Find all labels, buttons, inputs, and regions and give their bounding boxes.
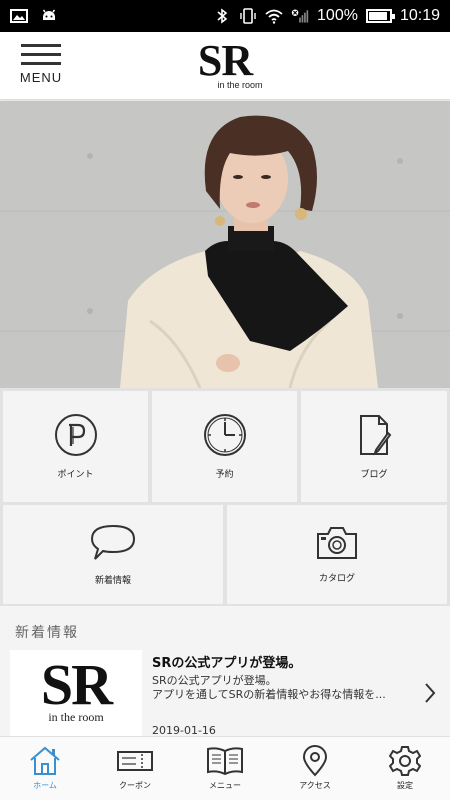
no-signal-icon	[291, 9, 309, 23]
document-pen-icon	[360, 415, 392, 456]
app-header: MENU SR in the room	[0, 32, 450, 100]
clock-icon	[203, 414, 246, 456]
gear-icon	[389, 746, 421, 776]
news-thumbnail: SR in the room	[10, 650, 142, 736]
bottom-nav: ホーム クーポン メニュー アクセス 設定	[0, 736, 450, 800]
news-section-title: 新着情報	[15, 625, 79, 641]
ticket-icon	[117, 751, 153, 771]
logo-subtitle: in the room	[217, 80, 263, 90]
battery-fill	[368, 12, 387, 20]
status-bar: 100% 10:19	[0, 0, 450, 32]
news-summary: SRの公式アプリが登場。 アプリを通してSRの新着情報やお得な情報を...	[152, 674, 386, 701]
logo-text: SR	[197, 36, 253, 85]
tile-catalog[interactable]: カタログ	[227, 505, 447, 604]
news-thumb-logo: SR	[40, 652, 113, 717]
clock-time: 10:19	[399, 7, 440, 24]
android-icon	[42, 9, 56, 20]
nav-home[interactable]: ホーム	[0, 737, 90, 800]
nav-label-home: ホーム	[33, 781, 57, 790]
nav-label-access: アクセス	[299, 781, 331, 790]
news-title: SRの公式アプリが登場。	[152, 656, 302, 671]
hero-photo	[0, 101, 450, 388]
speech-bubble-icon	[90, 524, 136, 560]
nav-label-settings: 設定	[397, 781, 413, 790]
tile-point[interactable]: ポイント	[3, 391, 148, 502]
point-icon	[54, 414, 97, 456]
nav-label-menu: メニュー	[209, 781, 241, 790]
gallery-icon	[10, 9, 28, 23]
tile-label-blog: ブログ	[360, 470, 388, 480]
nav-coupon[interactable]: クーポン	[90, 737, 180, 800]
nav-access[interactable]: アクセス	[270, 737, 360, 800]
news-thumb-subtitle: in the room	[48, 710, 104, 724]
feature-grid: ポイント 予約 ブログ 新着情報 カタログ	[0, 388, 450, 606]
battery-icon	[365, 9, 395, 23]
battery-percent: 100%	[317, 7, 358, 24]
nav-menu[interactable]: メニュー	[180, 737, 270, 800]
news-section: 新着情報 SR in the room SRの公式アプリが登場。 SRの公式アプ…	[0, 606, 450, 737]
tile-label-reservation: 予約	[215, 470, 234, 480]
nav-settings[interactable]: 設定	[360, 737, 450, 800]
tile-reservation[interactable]: 予約	[152, 391, 297, 502]
chevron-right-icon	[425, 683, 436, 703]
app-logo: SR in the room	[0, 36, 450, 91]
news-item[interactable]: SR in the room SRの公式アプリが登場。 SRの公式アプリが登場。…	[10, 650, 450, 737]
vibrate-icon	[240, 8, 256, 24]
home-icon	[30, 746, 60, 775]
nav-label-coupon: クーポン	[119, 781, 151, 790]
map-pin-icon	[302, 745, 328, 777]
hero-image	[0, 101, 450, 388]
tile-label-point: ポイント	[57, 470, 94, 480]
camera-icon	[317, 527, 357, 559]
tile-label-news: 新着情報	[94, 576, 131, 586]
wifi-icon	[265, 9, 283, 24]
bluetooth-icon	[217, 8, 228, 24]
book-icon	[207, 747, 243, 776]
tile-blog[interactable]: ブログ	[301, 391, 447, 502]
tile-news[interactable]: 新着情報	[3, 505, 223, 604]
tile-label-catalog: カタログ	[318, 574, 355, 584]
